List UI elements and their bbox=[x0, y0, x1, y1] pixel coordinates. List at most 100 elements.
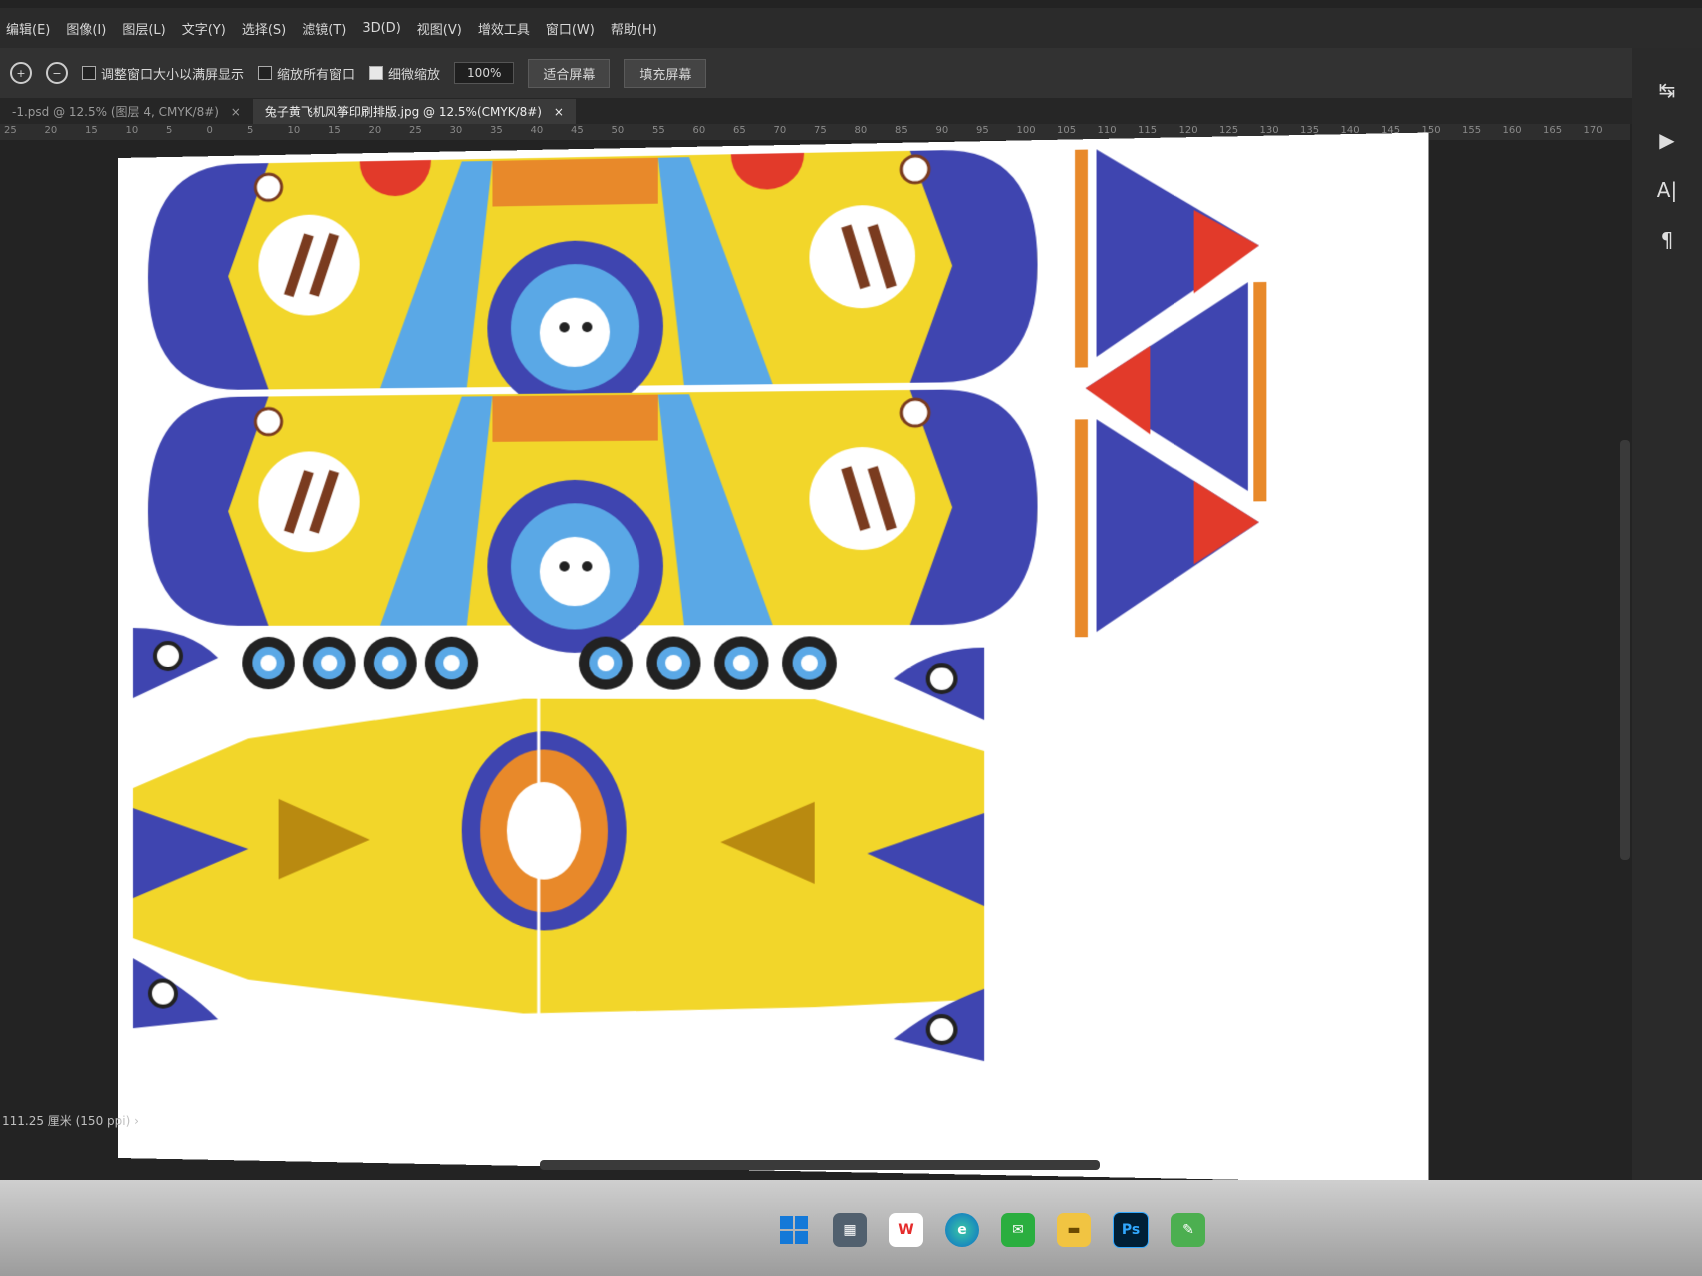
wheel-hub bbox=[260, 655, 276, 671]
taskbar: ▦ W e ✉ ▬ Ps ✎ bbox=[0, 1184, 1702, 1276]
ruler-tick-label: 120 bbox=[1179, 125, 1198, 136]
wing-strip-top bbox=[148, 148, 1038, 417]
ruler-tick-label: 165 bbox=[1543, 125, 1562, 136]
ruler-tick-label: 15 bbox=[328, 125, 341, 136]
ruler-tick-label: 10 bbox=[288, 125, 301, 136]
ruler-tick-label: 125 bbox=[1219, 125, 1238, 136]
ruler-tick-label: 20 bbox=[369, 125, 382, 136]
resize-windows-option[interactable]: 调整窗口大小以满屏显示 bbox=[82, 64, 244, 83]
windows-start-icon[interactable] bbox=[777, 1213, 811, 1247]
ruler-tick-label: 65 bbox=[733, 125, 746, 136]
paragraph-icon[interactable]: ¶ bbox=[1661, 228, 1674, 252]
close-icon[interactable]: × bbox=[554, 105, 564, 119]
status-bar: 111.25 厘米 (150 ppi) › bbox=[2, 1112, 139, 1129]
ruler-tick-label: 15 bbox=[85, 125, 98, 136]
menu-image[interactable]: 图像(I) bbox=[66, 19, 106, 38]
ruler-tick-label: 85 bbox=[895, 125, 908, 136]
ruler-tick-label: 115 bbox=[1138, 125, 1157, 136]
wheel-hub bbox=[801, 655, 818, 671]
ruler-tick-label: 100 bbox=[1017, 125, 1036, 136]
tab-label: 兔子黄飞机风筝印刷排版.jpg @ 12.5%(CMYK/8#) bbox=[265, 105, 542, 119]
ruler-tick-label: 25 bbox=[4, 125, 17, 136]
arrange-icon[interactable]: ↹ bbox=[1659, 78, 1676, 102]
zoom-in-icon[interactable]: + bbox=[10, 62, 32, 84]
ruler-tick-label: 60 bbox=[693, 125, 706, 136]
menu-view[interactable]: 视图(V) bbox=[417, 19, 462, 38]
right-tool-panel: ↹ ▶ A| ¶ bbox=[1632, 48, 1702, 1200]
character-icon[interactable]: A| bbox=[1657, 178, 1677, 202]
calculator-icon[interactable]: ▦ bbox=[833, 1213, 867, 1247]
ruler-tick-label: 95 bbox=[976, 125, 989, 136]
close-icon[interactable]: × bbox=[231, 105, 241, 119]
scrubby-zoom-checkbox[interactable] bbox=[369, 66, 383, 80]
menu-help[interactable]: 帮助(H) bbox=[611, 19, 657, 38]
wps-icon[interactable]: W bbox=[889, 1213, 923, 1247]
ruler-tick-label: 90 bbox=[936, 125, 949, 136]
status-menu-icon[interactable]: › bbox=[134, 1114, 139, 1128]
ruler-tick-label: 55 bbox=[652, 125, 665, 136]
zoom-all-checkbox[interactable] bbox=[258, 66, 272, 80]
ruler-tick-label: 155 bbox=[1462, 125, 1481, 136]
vertical-scrollbar[interactable] bbox=[1620, 440, 1630, 860]
ruler-tick-label: 50 bbox=[612, 125, 625, 136]
ruler-tick-label: 45 bbox=[571, 125, 584, 136]
scrubby-zoom-label: 细微缩放 bbox=[388, 64, 440, 83]
fill-screen-button[interactable]: 填充屏幕 bbox=[624, 59, 706, 88]
scrubby-zoom-option[interactable]: 细微缩放 bbox=[369, 64, 440, 83]
ruler-tick-label: 170 bbox=[1584, 125, 1603, 136]
options-bar: + − 调整窗口大小以满屏显示 缩放所有窗口 细微缩放 100% 适合屏幕 填充… bbox=[0, 48, 1702, 98]
kite-artwork bbox=[118, 133, 1428, 1184]
resize-windows-checkbox[interactable] bbox=[82, 66, 96, 80]
horizontal-scrollbar[interactable] bbox=[540, 1160, 1100, 1170]
zoom-all-option[interactable]: 缩放所有窗口 bbox=[258, 64, 355, 83]
fuselage bbox=[133, 627, 984, 1061]
tab-document-1[interactable]: -1.psd @ 12.5% (图层 4, CMYK/8#) × bbox=[0, 99, 253, 124]
menu-plugins[interactable]: 增效工具 bbox=[478, 19, 530, 38]
tab-label: -1.psd @ 12.5% (图层 4, CMYK/8#) bbox=[12, 105, 219, 119]
menu-layer[interactable]: 图层(L) bbox=[122, 19, 165, 38]
ruler-tick-label: 20 bbox=[45, 125, 58, 136]
wechat-icon[interactable]: ✉ bbox=[1001, 1213, 1035, 1247]
play-icon[interactable]: ▶ bbox=[1659, 128, 1674, 152]
notes-app-icon[interactable]: ✎ bbox=[1171, 1213, 1205, 1247]
menu-select[interactable]: 选择(S) bbox=[242, 19, 286, 38]
wheel-hub bbox=[733, 655, 750, 671]
document-canvas[interactable] bbox=[118, 133, 1428, 1184]
wheel-hub bbox=[321, 655, 337, 671]
wheel-hub bbox=[382, 655, 398, 671]
edge-browser-icon[interactable]: e bbox=[945, 1213, 979, 1247]
zoom-all-label: 缩放所有窗口 bbox=[277, 64, 355, 83]
ruler-tick-label: 40 bbox=[531, 125, 544, 136]
menu-type[interactable]: 文字(Y) bbox=[182, 19, 226, 38]
menu-edit[interactable]: 编辑(E) bbox=[6, 19, 50, 38]
ruler-tick-label: 110 bbox=[1098, 125, 1117, 136]
ruler-tick-label: 130 bbox=[1260, 125, 1279, 136]
zoom-out-icon[interactable]: − bbox=[46, 62, 68, 84]
ruler-tick-label: 105 bbox=[1057, 125, 1076, 136]
ruler-tick-label: 30 bbox=[450, 125, 463, 136]
resize-windows-label: 调整窗口大小以满屏显示 bbox=[101, 64, 244, 83]
menu-window[interactable]: 窗口(W) bbox=[546, 19, 595, 38]
monitor-screen: 编辑(E) 图像(I) 图层(L) 文字(Y) 选择(S) 滤镜(T) 3D(D… bbox=[0, 0, 1702, 1200]
file-explorer-icon[interactable]: ▬ bbox=[1057, 1213, 1091, 1247]
document-tabs: -1.psd @ 12.5% (图层 4, CMYK/8#) × 兔子黄飞机风筝… bbox=[0, 98, 1702, 124]
zoom-percent-field[interactable]: 100% bbox=[454, 62, 514, 84]
menu-bar: 编辑(E) 图像(I) 图层(L) 文字(Y) 选择(S) 滤镜(T) 3D(D… bbox=[0, 8, 1702, 48]
ruler-tick-label: 0 bbox=[207, 125, 213, 136]
document-size-text: 111.25 厘米 (150 ppi) bbox=[2, 1114, 130, 1128]
ruler-tick-label: 5 bbox=[166, 125, 172, 136]
ruler-tick-label: 70 bbox=[774, 125, 787, 136]
ruler-tick-label: 5 bbox=[247, 125, 253, 136]
wheel-hub bbox=[443, 655, 459, 671]
ruler-tick-label: 25 bbox=[409, 125, 422, 136]
menu-filter[interactable]: 滤镜(T) bbox=[302, 19, 346, 38]
wheel-hub bbox=[665, 655, 682, 671]
ruler-tick-label: 80 bbox=[855, 125, 868, 136]
ruler-tick-label: 75 bbox=[814, 125, 827, 136]
menu-3d[interactable]: 3D(D) bbox=[362, 21, 400, 36]
wing-strip-bottom bbox=[148, 389, 1038, 653]
fit-screen-button[interactable]: 适合屏幕 bbox=[528, 59, 610, 88]
tab-document-2[interactable]: 兔子黄飞机风筝印刷排版.jpg @ 12.5%(CMYK/8#) × bbox=[253, 99, 576, 124]
photoshop-icon[interactable]: Ps bbox=[1113, 1212, 1149, 1248]
ruler-tick-label: 35 bbox=[490, 125, 503, 136]
